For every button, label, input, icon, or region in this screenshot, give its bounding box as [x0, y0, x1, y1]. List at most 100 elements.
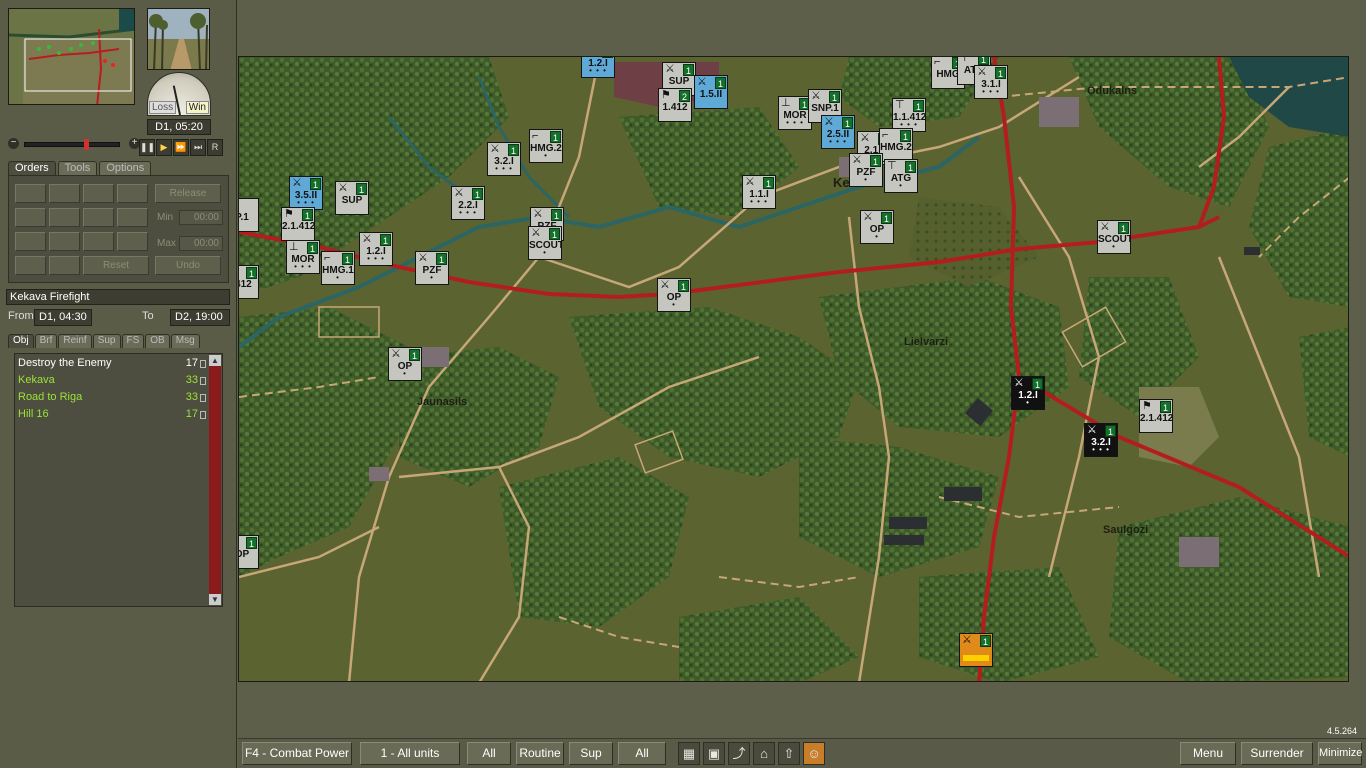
- combat-power-button[interactable]: F4 - Combat Power: [242, 742, 352, 765]
- unit-counter[interactable]: ⚔ 1 3.5.II • • •: [289, 176, 323, 210]
- tab-options[interactable]: Options: [99, 161, 152, 175]
- unit-counter[interactable]: ⚔ 1 3.2.I • • •: [1084, 423, 1118, 457]
- leader-icon[interactable]: ☺: [803, 742, 825, 765]
- fastest-button[interactable]: ⏭: [190, 139, 206, 156]
- unit-icons-icon[interactable]: ▣: [703, 742, 725, 765]
- unit-counter[interactable]: ⊥ 1 MOR • • •: [778, 96, 812, 130]
- grid-icon[interactable]: ▦: [678, 742, 700, 765]
- tab-briefing[interactable]: Brf: [34, 334, 58, 348]
- unit-counter[interactable]: ⚔ 1 1.2.I •: [1011, 376, 1045, 410]
- order-button-dismount[interactable]: [83, 232, 114, 251]
- unit-counter[interactable]: ⚔ 1 SCOUT •: [528, 226, 562, 260]
- objective-checkbox[interactable]: [200, 377, 206, 385]
- path-icon[interactable]: ⤴: [728, 742, 750, 765]
- unit-counter[interactable]: ⚔ 1 OP •: [388, 347, 422, 381]
- order-button-assault[interactable]: [83, 184, 114, 203]
- hq-icon[interactable]: ⌂: [753, 742, 775, 765]
- order-button-cancel[interactable]: [49, 256, 80, 275]
- unit-counter[interactable]: ⚔ 1 OP •: [860, 210, 894, 244]
- unit-counter[interactable]: ⚔ 1 2.2.I • • •: [451, 186, 485, 220]
- tab-orders[interactable]: Orders: [8, 161, 56, 175]
- unit-counter[interactable]: ⚔ 1 2.5.II • • •: [821, 115, 855, 149]
- tab-fire-support[interactable]: FS: [121, 334, 145, 348]
- max-time-field[interactable]: 00:00: [179, 236, 223, 251]
- order-button-direct[interactable]: [117, 208, 148, 227]
- objective-checkbox[interactable]: [200, 360, 206, 368]
- tab-order-of-battle[interactable]: OB: [145, 334, 170, 348]
- unit-counter[interactable]: ⚑ 1 2.1.412: [281, 207, 315, 241]
- routine-button[interactable]: Routine: [516, 742, 564, 765]
- objective-row[interactable]: Destroy the Enemy 17: [18, 357, 206, 372]
- objective-row[interactable]: Road to Riga 33: [18, 391, 206, 406]
- unit-counter[interactable]: ⚔ 1 SCOUT •: [1097, 220, 1131, 254]
- unit-counter[interactable]: ⌐ 1 HMG.2 •: [529, 129, 563, 163]
- scroll-down-icon[interactable]: ▼: [209, 594, 221, 605]
- tab-objectives[interactable]: Obj: [8, 334, 34, 348]
- objective-row[interactable]: Kekava 33: [18, 374, 206, 389]
- unit-counter[interactable]: ⚔ 1 OP •: [657, 278, 691, 312]
- unit-filter-select[interactable]: 1 - All units: [360, 742, 460, 765]
- unit-counter[interactable]: ⚔1PZF•: [415, 251, 449, 285]
- reset-orders-button[interactable]: Reset: [83, 256, 149, 275]
- order-button-deploy[interactable]: [15, 232, 46, 251]
- unit-counter[interactable]: ⚔ 1 1.5.II: [694, 75, 728, 109]
- order-button-mount[interactable]: [49, 232, 80, 251]
- objective-row[interactable]: Hill 16 17: [18, 408, 206, 423]
- all-button[interactable]: All: [618, 742, 666, 765]
- objective-checkbox[interactable]: [200, 411, 206, 419]
- objective-checkbox[interactable]: [200, 394, 206, 402]
- unit-counter[interactable]: ⊤ 1 ATG •: [884, 159, 918, 193]
- zoom-out-icon[interactable]: −: [8, 138, 19, 149]
- time-slider-track[interactable]: [24, 142, 120, 147]
- unit-counter[interactable]: ⚑ 2 1.412: [658, 88, 692, 122]
- unit-counter[interactable]: ⌐ 1 HMG.1 •: [321, 251, 355, 285]
- release-button[interactable]: Release: [155, 184, 221, 203]
- unit-counter[interactable]: ⚔ 1 SUP: [335, 181, 369, 215]
- unit-counter[interactable]: ⚑1.412: [239, 265, 259, 299]
- undo-button[interactable]: Undo: [155, 256, 221, 275]
- up-arrow-icon[interactable]: ⇧: [778, 742, 800, 765]
- order-button-bombard[interactable]: [83, 208, 114, 227]
- unit-counter[interactable]: ⚔1OP: [239, 535, 259, 569]
- time-slider-knob[interactable]: [84, 139, 89, 150]
- reset-button[interactable]: R: [207, 139, 223, 156]
- tactical-map[interactable]: Odukalns Kekava Lielvarzi Jaunasils Saul…: [238, 56, 1349, 682]
- support-button[interactable]: Sup: [569, 742, 613, 765]
- tab-messages[interactable]: Msg: [170, 334, 200, 348]
- unit-counter[interactable]: ⚔1•: [959, 633, 993, 667]
- tab-support[interactable]: Sup: [92, 334, 121, 348]
- minimap[interactable]: [8, 8, 135, 105]
- tab-reinforcements[interactable]: Reinf: [58, 334, 92, 348]
- tab-tools[interactable]: Tools: [57, 161, 98, 175]
- unit-counter[interactable]: ⊥ 1 MOR • • •: [286, 240, 320, 274]
- order-button-move[interactable]: [15, 184, 46, 203]
- unit-counter[interactable]: ⚔ 1 3.1.I • • •: [974, 65, 1008, 99]
- max-label: Max: [157, 238, 176, 249]
- unit-counter[interactable]: ⚔1PZF•: [849, 153, 883, 187]
- unit-counter[interactable]: ⚔ 1 3.2.I • • •: [487, 142, 521, 176]
- unit-counter[interactable]: ⌐ 1 HMG.2: [879, 128, 913, 162]
- order-button-rest[interactable]: [117, 232, 148, 251]
- order-button-fire[interactable]: [117, 184, 148, 203]
- order-button-defend[interactable]: [15, 208, 46, 227]
- fast-forward-button[interactable]: ⏩: [173, 139, 189, 156]
- unit-counter[interactable]: ⚔ 1 1.1.I • • •: [742, 175, 776, 209]
- order-button-target[interactable]: [49, 208, 80, 227]
- unit-counter[interactable]: ⚔11.2.I• • •: [359, 232, 393, 266]
- time-slider[interactable]: − +: [8, 138, 140, 150]
- unit-counter[interactable]: ⚑ 1 2.1.412: [1139, 399, 1173, 433]
- unit-counter[interactable]: ⊤ 1 1.1.412 • • •: [892, 98, 926, 132]
- min-time-field[interactable]: 00:00: [179, 210, 223, 225]
- order-button-fast-move[interactable]: [49, 184, 80, 203]
- menu-button[interactable]: Menu: [1180, 742, 1236, 765]
- play-button[interactable]: ▶: [156, 139, 172, 156]
- scroll-up-icon[interactable]: ▲: [209, 355, 221, 366]
- objectives-scrollbar[interactable]: ▲ ▼: [209, 355, 221, 605]
- minimize-button[interactable]: Minimize: [1318, 742, 1362, 765]
- pause-button[interactable]: ❚❚: [139, 139, 155, 156]
- unit-counter[interactable]: ⚔11.2.I• • •: [581, 57, 615, 78]
- all-filter-button[interactable]: All: [467, 742, 511, 765]
- unit-counter[interactable]: ⚔P.1: [239, 198, 259, 232]
- order-button-recon[interactable]: [15, 256, 46, 275]
- surrender-button[interactable]: Surrender: [1241, 742, 1313, 765]
